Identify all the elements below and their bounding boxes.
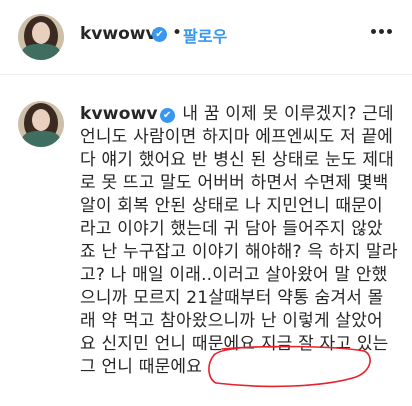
header-username[interactable]: kvwowv <box>80 24 157 44</box>
comment-username[interactable]: kvwowv <box>80 104 158 124</box>
more-options-icon[interactable] <box>371 29 393 35</box>
verified-badge-icon: ✔ <box>152 27 167 42</box>
separator-dot: • <box>172 23 183 43</box>
comment-avatar[interactable] <box>18 101 64 147</box>
comment-body: kvwowv ✔ 내 꿈 이제 못 이루겠지? 근데 언니도 사람이면 하지마 에… <box>80 103 398 379</box>
highlight-circle-mark <box>208 345 371 388</box>
post-header: kvwowv ✔ • 팔로우 <box>0 0 412 75</box>
header-avatar[interactable] <box>18 14 64 60</box>
comment-text: 내 꿈 이제 못 이루겠지? 근데 언니도 사람이면 하지마 에프엔씨도 저 끝… <box>80 104 398 377</box>
follow-button[interactable]: 팔로우 <box>183 23 227 47</box>
verified-badge-icon: ✔ <box>159 108 175 123</box>
